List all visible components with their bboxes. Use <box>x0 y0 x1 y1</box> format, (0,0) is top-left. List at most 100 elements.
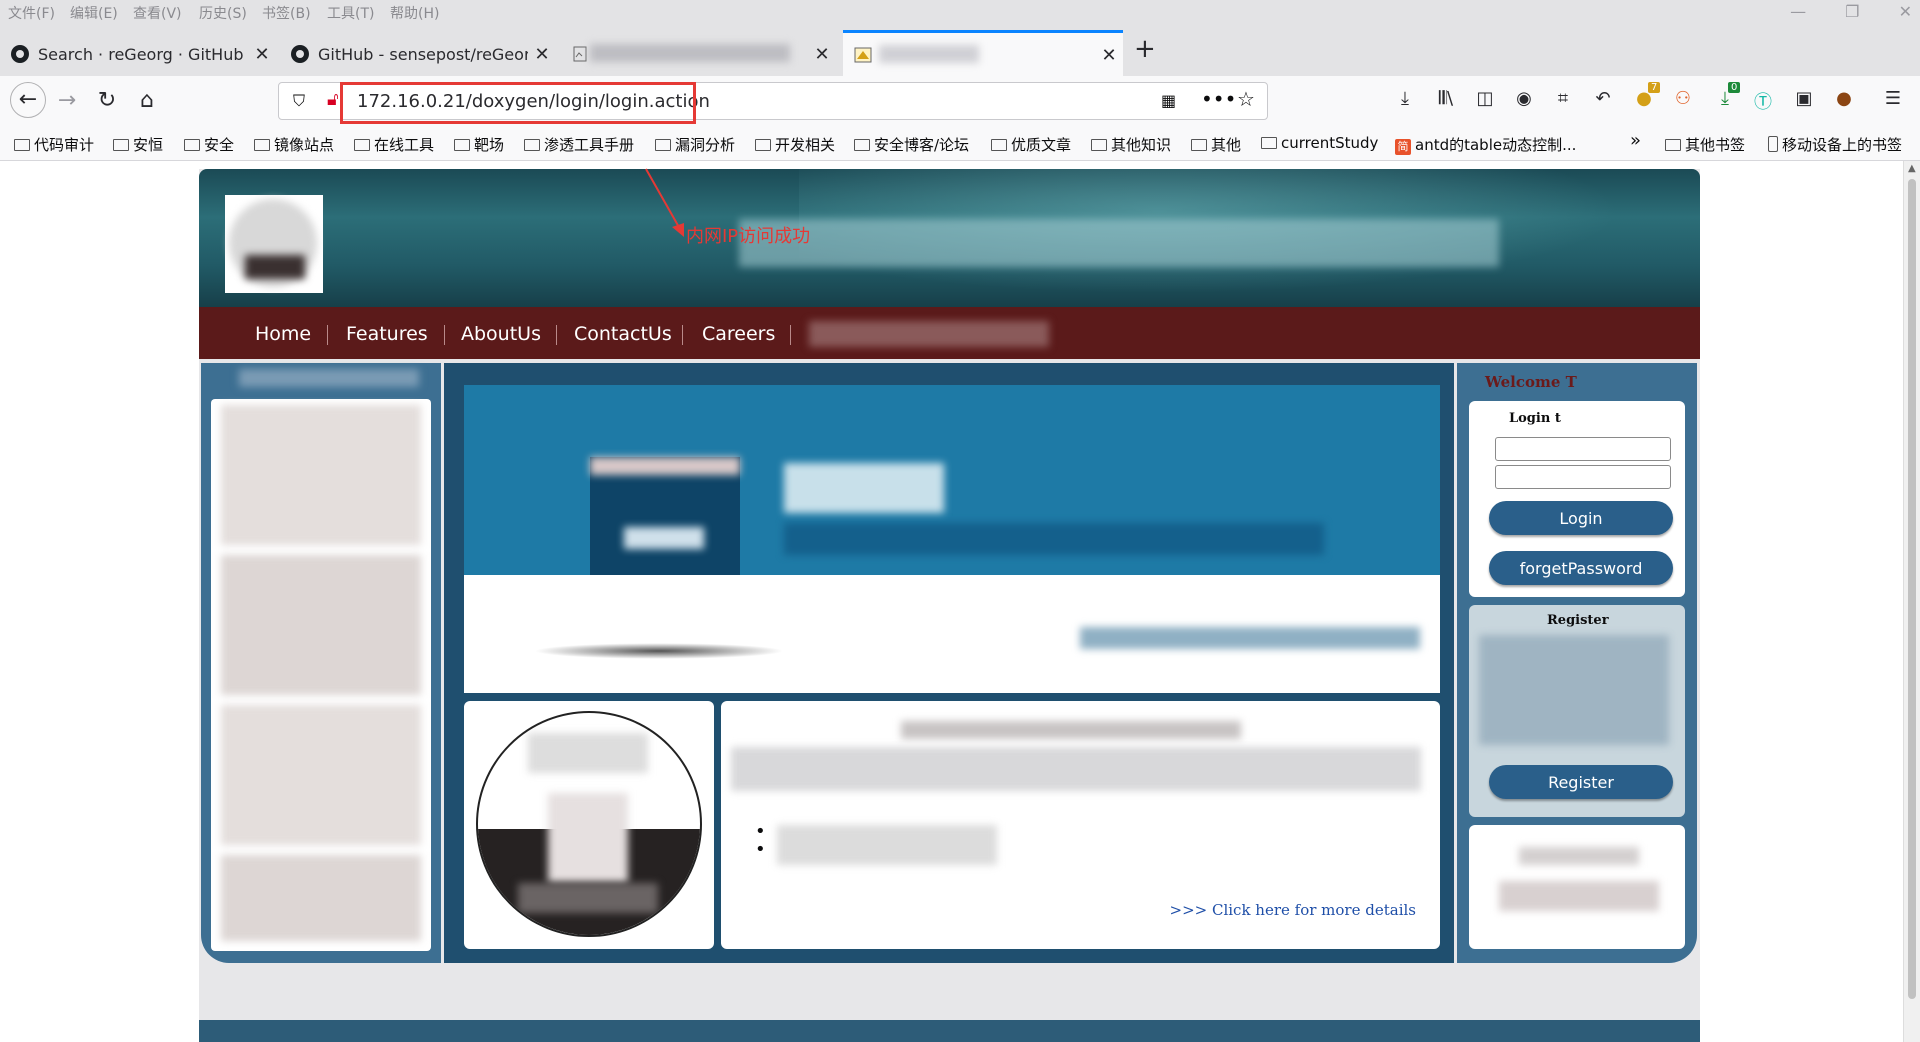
menu-history[interactable]: 历史(S) <box>199 3 247 23</box>
bookmark-folder[interactable]: 安恒 <box>113 134 163 155</box>
menu-features[interactable]: Features <box>346 323 428 345</box>
github-icon <box>290 44 310 64</box>
bookmark-folder[interactable]: 开发相关 <box>755 134 835 155</box>
network-icon[interactable]: ⚇ <box>1668 88 1698 109</box>
bookmark-star-icon[interactable]: ☆ <box>1237 87 1255 111</box>
web-page: 内网IP访问成功 Home Features AboutUs ContactUs… <box>0 161 1920 1042</box>
redacted-article-text <box>731 747 1421 791</box>
bookmark-label: 移动设备上的书签 <box>1782 136 1903 154</box>
csdn-icon: 简 <box>1395 139 1411 155</box>
page-actions-icon[interactable]: ••• <box>1201 87 1236 111</box>
reload-icon[interactable]: ↻ <box>92 88 122 113</box>
bookmark-label: 安恒 <box>133 136 164 154</box>
library-icon[interactable]: 𝄃𝄃\ <box>1431 88 1461 109</box>
tab-third[interactable]: ✕ <box>560 32 836 76</box>
minimize-icon[interactable]: — <box>1790 2 1806 21</box>
bookmark-label: 安全博客/论坛 <box>874 136 970 154</box>
menu-help[interactable]: 帮助(H) <box>390 3 439 23</box>
bookmark-folder[interactable]: 代码审计 <box>14 134 94 155</box>
translate-icon[interactable]: Ⓣ <box>1748 88 1778 114</box>
login-button[interactable]: Login <box>1489 501 1673 535</box>
bookmark-label: 靶场 <box>474 136 505 154</box>
undo-icon[interactable]: ↶ <box>1588 88 1618 109</box>
main-content: • • >>> Click here for more details <box>444 363 1454 963</box>
redacted-banner-title <box>739 219 1499 267</box>
bookmark-folder[interactable]: currentStudy <box>1261 134 1378 152</box>
menu-careers[interactable]: Careers <box>702 323 775 345</box>
page-scrollbar[interactable]: ▲ <box>1903 161 1920 1042</box>
scroll-up-icon[interactable]: ▲ <box>1908 163 1916 174</box>
tab-active[interactable]: ✕ <box>843 30 1123 77</box>
bookmark-folder[interactable]: 其他书签 <box>1665 134 1745 155</box>
new-tab-button[interactable]: + <box>1134 34 1156 64</box>
tab-search-regeorg[interactable]: Search · reGeorg · GitHub ✕ <box>0 32 276 76</box>
bookmark-folder[interactable]: 优质文章 <box>991 134 1071 155</box>
forward-arrow-icon[interactable]: → <box>52 88 82 113</box>
bookmark-folder[interactable]: 靶场 <box>454 134 504 155</box>
hamburger-menu-icon[interactable]: ☰ <box>1878 88 1908 109</box>
close-tab-icon[interactable]: ✕ <box>248 44 276 65</box>
bookmark-folder[interactable]: 其他知识 <box>1091 134 1171 155</box>
folder-icon <box>655 139 671 151</box>
menu-view[interactable]: 查看(V) <box>133 3 182 23</box>
menu-home[interactable]: Home <box>255 323 311 345</box>
tab-github-regeorg[interactable]: GitHub - sensepost/reGeorg ✕ <box>280 32 556 76</box>
account-icon[interactable]: ◉ <box>1509 88 1539 109</box>
close-tab-icon[interactable]: ✕ <box>1095 45 1123 66</box>
mobile-icon <box>1768 136 1778 152</box>
article-box: • • >>> Click here for more details <box>721 701 1440 949</box>
close-window-icon[interactable]: ✕ <box>1899 2 1912 21</box>
bookmark-label: 开发相关 <box>775 136 836 154</box>
forget-password-button[interactable]: forgetPassword <box>1489 551 1673 585</box>
folder-icon <box>454 139 470 151</box>
bookmark-folder[interactable]: 在线工具 <box>354 134 434 155</box>
bookmark-label: 在线工具 <box>374 136 435 154</box>
right-sidebar: Welcome T Login t Login forgetPassword R… <box>1457 363 1697 963</box>
bookmark-folder[interactable]: 漏洞分析 <box>655 134 735 155</box>
bookmark-folder[interactable]: 安全博客/论坛 <box>854 134 969 155</box>
extension-badge: 7 <box>1648 82 1661 93</box>
menu-bar: 文件(F) 编辑(E) 查看(V) 历史(S) 书签(B) 工具(T) 帮助(H… <box>0 0 1920 24</box>
qr-code-icon[interactable]: ▦ <box>1161 91 1176 110</box>
extension-box-icon[interactable]: ▣ <box>1789 88 1819 109</box>
bookmark-folder[interactable]: 其他 <box>1191 134 1241 155</box>
bookmark-folder[interactable]: 移动设备上的书签 <box>1768 134 1902 155</box>
menu-edit[interactable]: 编辑(E) <box>70 3 118 23</box>
screenshot-icon[interactable]: ⌗ <box>1548 88 1578 109</box>
menu-bookmarks[interactable]: 书签(B) <box>262 3 311 23</box>
shield-icon[interactable]: ⛉ <box>293 91 305 111</box>
menu-contactus[interactable]: ContactUs <box>574 323 672 345</box>
bookmark-folder[interactable]: 渗透工具手册 <box>524 134 634 155</box>
scrollbar-thumb[interactable] <box>1908 179 1916 999</box>
download-icon[interactable]: ⤓ <box>1390 88 1420 109</box>
sidebar-icon[interactable]: ◫ <box>1470 88 1500 109</box>
menu-aboutus[interactable]: AboutUs <box>461 323 541 345</box>
password-input[interactable] <box>1495 465 1671 489</box>
restore-icon[interactable]: ❐ <box>1845 2 1859 21</box>
cookie-icon[interactable]: ● <box>1829 88 1859 109</box>
register-panel: Register Register <box>1469 605 1685 817</box>
insecure-lock-icon[interactable]: 🔓︎ <box>327 89 339 110</box>
bullet: • <box>755 839 766 860</box>
redacted-register-text <box>1479 635 1669 745</box>
bookmark-item[interactable]: 简 antd的table动态控制... <box>1395 134 1576 155</box>
close-tab-icon[interactable]: ✕ <box>528 44 556 65</box>
close-tab-icon[interactable]: ✕ <box>808 44 836 65</box>
bookmark-label: antd的table动态控制... <box>1415 136 1577 154</box>
bookmark-folder[interactable]: 安全 <box>184 134 234 155</box>
bookmark-label: 镜像站点 <box>274 136 335 154</box>
menu-tools[interactable]: 工具(T) <box>327 3 374 23</box>
bookmark-folder[interactable]: 镜像站点 <box>254 134 334 155</box>
back-arrow-icon[interactable]: ← <box>10 82 46 118</box>
more-details-link[interactable]: >>> Click here for more details <box>1170 901 1417 919</box>
menu-file[interactable]: 文件(F) <box>8 3 55 23</box>
more-bookmarks-chevron-icon[interactable]: » <box>1630 130 1641 151</box>
username-input[interactable] <box>1495 437 1671 461</box>
register-button[interactable]: Register <box>1489 765 1673 799</box>
redacted-menu-item[interactable] <box>809 321 1049 347</box>
folder-icon <box>1191 139 1207 151</box>
folder-icon <box>354 139 370 151</box>
home-icon[interactable]: ⌂ <box>132 88 162 113</box>
info-panel <box>1469 825 1685 949</box>
navigation-bar: ← → ↻ ⌂ ⛉ 🔓︎ 172.16.0.21/doxygen/login/l… <box>0 76 1920 127</box>
